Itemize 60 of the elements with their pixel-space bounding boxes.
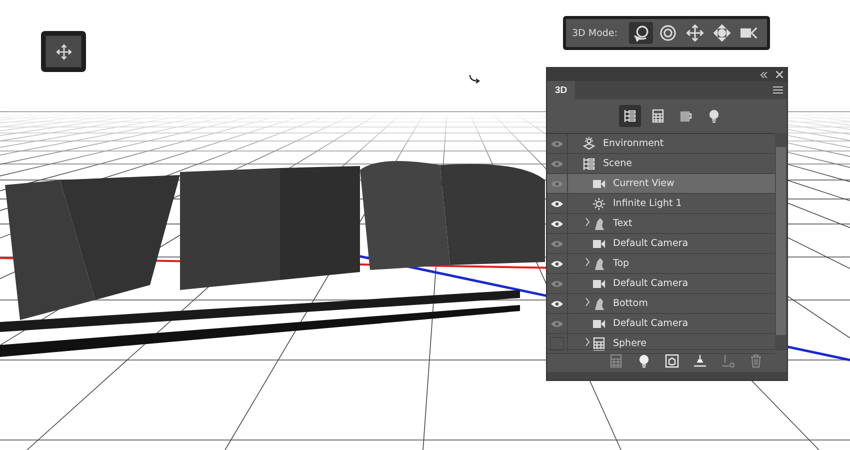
mesh-icon (592, 216, 606, 230)
layer-row[interactable]: Environment (547, 134, 775, 154)
layer-name: Sphere (613, 338, 646, 349)
layer-name: Top (613, 258, 630, 269)
light-bulb-icon (637, 354, 651, 368)
layer-row[interactable]: Sphere (547, 334, 775, 354)
sun-icon (592, 196, 606, 210)
material-icon (679, 109, 693, 123)
layer-name: Bottom (613, 298, 648, 309)
scene-tree-icon (623, 109, 637, 123)
collapse-icon[interactable] (760, 72, 768, 78)
layer-row[interactable]: Bottom (547, 294, 775, 314)
layer-name: Environment (603, 138, 664, 149)
layer-row[interactable]: Scene (547, 154, 775, 174)
layer-name: Scene (603, 158, 632, 169)
mesh-icon (592, 296, 606, 310)
eye-icon[interactable] (551, 260, 563, 268)
eye-icon[interactable] (551, 300, 563, 308)
drop-to-ground-icon (693, 354, 707, 368)
layer-name: Default Camera (613, 318, 688, 329)
move-tool-button[interactable] (45, 35, 82, 68)
trash-icon (749, 354, 763, 368)
mesh-icon (592, 256, 606, 270)
panel-tab[interactable]: 3D (547, 81, 576, 99)
light-bulb-icon (707, 109, 721, 123)
render-icon (665, 354, 679, 368)
grid-icon (651, 109, 665, 123)
layer-row[interactable]: Default Camera (547, 314, 775, 334)
menu-icon[interactable] (773, 86, 783, 94)
orbit-icon (632, 24, 650, 42)
toolbar-button[interactable] (637, 354, 651, 368)
layer-row[interactable]: Text (547, 214, 775, 234)
layer-row[interactable]: Top (547, 254, 775, 274)
move-icon (56, 44, 72, 60)
mode-button[interactable] (629, 22, 653, 44)
layer-name: Default Camera (613, 238, 688, 249)
remove-object-icon (721, 354, 735, 368)
layer-name: Infinite Light 1 (613, 198, 682, 209)
grid-icon (609, 354, 623, 368)
roll-icon (659, 24, 678, 42)
close-icon[interactable] (776, 71, 783, 78)
layer-row[interactable]: Default Camera (547, 234, 775, 254)
slide-icon (713, 24, 732, 42)
layer-name: Text (613, 218, 632, 229)
environment-icon (582, 136, 596, 150)
scene-tree-icon (582, 156, 596, 170)
mode-label: 3D Mode: (572, 28, 618, 38)
grid-icon (592, 336, 606, 350)
layer-row[interactable]: Current View (547, 174, 775, 194)
panel-resize-grip[interactable] (547, 372, 787, 380)
cursor-icon (468, 74, 482, 84)
layer-row[interactable]: Default Camera (547, 274, 775, 294)
layer-name: Default Camera (613, 278, 688, 289)
eye-icon[interactable] (551, 200, 563, 208)
layer-row[interactable]: Infinite Light 1 (547, 194, 775, 214)
layer-name: Current View (613, 178, 674, 189)
drag-icon (686, 24, 704, 42)
scrollbar[interactable] (775, 133, 787, 349)
filter-button[interactable] (619, 105, 641, 127)
eye-icon[interactable] (551, 220, 563, 228)
